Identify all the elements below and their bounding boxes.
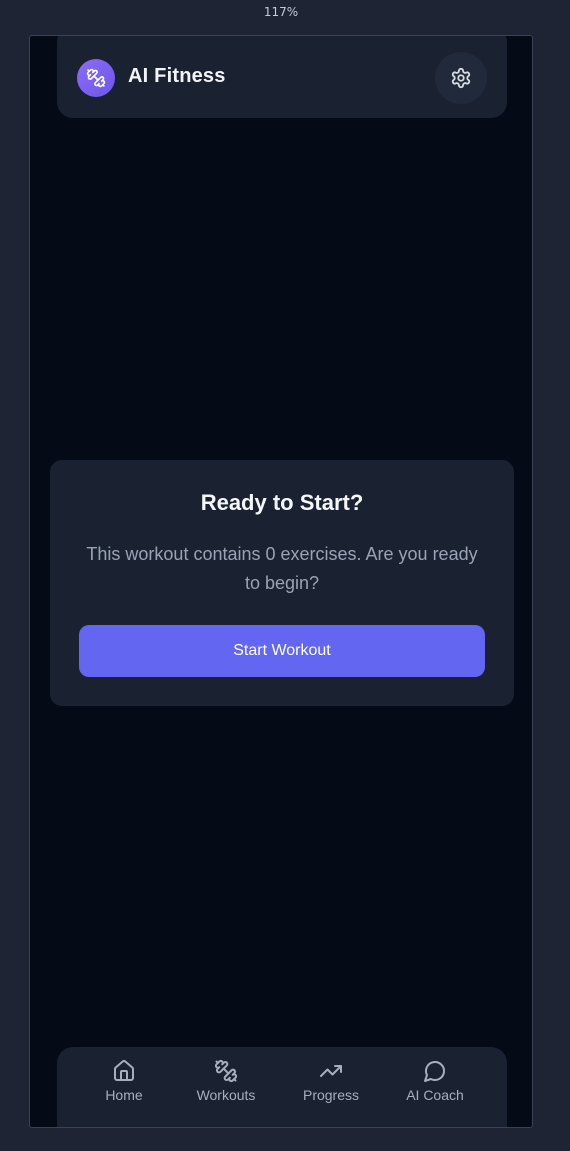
app-viewport: AI Fitness Ready to Start? This workout … [29,35,533,1128]
card-title: Ready to Start? [200,490,364,515]
nav-item-workouts[interactable]: Workouts [181,1059,271,1119]
nav-item-ai-coach[interactable]: AI Coach [390,1059,480,1119]
app-logo [77,59,115,97]
nav-item-home[interactable]: Home [79,1059,169,1119]
bottom-nav: Home Workouts Progress AI Coach [57,1047,507,1127]
card-description: This workout contains 0 exercises. Are y… [86,544,478,593]
nav-label-progress: Progress [302,1087,360,1103]
trending-up-icon [320,1065,342,1077]
dumbbell-icon [214,1059,238,1083]
home-icon [113,1060,135,1081]
ready-card: Ready to Start? This workout contains 0 … [50,460,514,706]
chat-bubble-icon [424,1061,445,1082]
dumbbell-icon [86,68,106,88]
nav-label-ai-coach: AI Coach [406,1087,464,1103]
nav-label-home: Home [105,1087,143,1103]
nav-item-progress[interactable]: Progress [286,1059,376,1119]
start-workout-button[interactable]: Start Workout [79,625,485,677]
app-title: AI Fitness [128,65,226,87]
nav-label-workouts: Workouts [196,1087,256,1103]
settings-button[interactable] [435,52,487,104]
zoom-level: 117% [263,5,299,19]
gear-icon [451,67,471,89]
app-header: AI Fitness [57,36,507,118]
